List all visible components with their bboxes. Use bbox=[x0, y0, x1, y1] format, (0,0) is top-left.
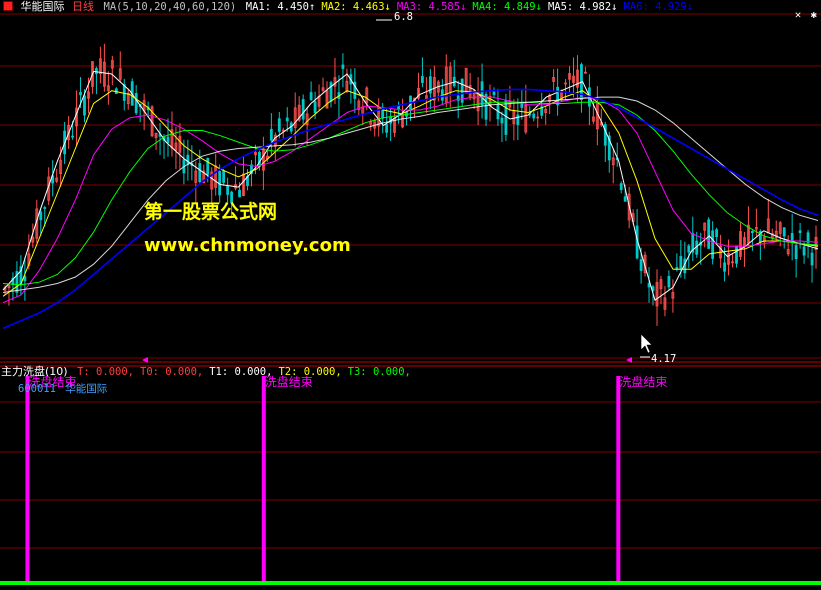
candle-body-121 bbox=[484, 94, 488, 120]
candle-body-69 bbox=[277, 118, 281, 132]
sub-legend-item-1: T0: 0.000, bbox=[140, 366, 204, 378]
candle-body-160 bbox=[639, 259, 643, 271]
sub-legend-item-0: T: 0.000, bbox=[77, 366, 134, 378]
candle-body-181 bbox=[723, 262, 726, 272]
candle-body-75 bbox=[301, 99, 305, 120]
candle-body-71 bbox=[285, 117, 289, 122]
candle-body-201 bbox=[802, 246, 806, 256]
candle-body-78 bbox=[313, 101, 317, 114]
candle-body-49 bbox=[198, 163, 202, 183]
sub-legend-item-3: T2: 0.000, bbox=[278, 366, 342, 378]
candle-body-130 bbox=[520, 103, 524, 108]
ma-line-ma2 bbox=[2, 90, 819, 297]
legend-bar: 华能国际 日线 MA(5,10,20,40,60,120) MA1: 4.450… bbox=[0, 0, 693, 14]
sub-indicator-title[interactable]: 主力洗盘(10) bbox=[1, 365, 68, 378]
candle-body-177 bbox=[707, 219, 711, 249]
zero-line bbox=[0, 581, 821, 585]
ma-line-ma4 bbox=[2, 101, 819, 286]
candle-body-10 bbox=[43, 207, 47, 209]
candle-body-9 bbox=[39, 211, 43, 221]
sub-legend-items: T: 0.000, T0: 0.000, T1: 0.000, T2: 0.000, T… bbox=[71, 365, 411, 378]
ma-legend-item-1: MA1: 4.450↑ bbox=[245, 1, 316, 13]
mouse-cursor-icon bbox=[640, 333, 653, 354]
watermark-title: 第一股票公式网 bbox=[144, 201, 278, 223]
candle-body-169 bbox=[675, 267, 679, 270]
candle-body-20 bbox=[83, 95, 86, 116]
ma-line-ma3 bbox=[2, 96, 819, 304]
sub-legend-bar: 主力洗盘(10) T: 0.000, T0: 0.000, T1: 0.000, T2… bbox=[1, 365, 411, 379]
stock-menu-icon[interactable] bbox=[3, 1, 13, 11]
candle-body-64 bbox=[258, 151, 261, 167]
candle-body-203 bbox=[810, 252, 814, 266]
candle-body-67 bbox=[269, 128, 273, 141]
ma-line-ma5 bbox=[2, 96, 819, 293]
stock-name[interactable]: 华能国际 bbox=[21, 0, 65, 13]
candle-body-46 bbox=[186, 154, 190, 165]
candle-body-184 bbox=[735, 245, 738, 264]
candle-body-125 bbox=[500, 117, 504, 124]
ma-indicator-label: MA(5,10,20,40,60,120) bbox=[103, 1, 237, 13]
candle-body-105 bbox=[421, 76, 424, 83]
sub-legend-item-2: T1: 0.000, bbox=[209, 366, 273, 378]
candle-body-155 bbox=[619, 183, 623, 191]
candle-body-156 bbox=[623, 196, 627, 202]
candle-body-51 bbox=[206, 157, 210, 175]
signal-label-3: 洗盘结束 bbox=[619, 374, 667, 389]
stock-code: 600011 bbox=[18, 383, 56, 395]
candle-body-33 bbox=[134, 93, 138, 114]
candle-body-19 bbox=[79, 92, 82, 96]
candle-body-133 bbox=[532, 113, 536, 119]
sub-legend-item-4: T3: 0.000, bbox=[347, 366, 411, 378]
chart-canvas[interactable]: 洗盘结束 洗盘结束 洗盘结束 bbox=[0, 0, 821, 590]
candle-body-41 bbox=[166, 136, 170, 144]
candle-body-77 bbox=[309, 92, 313, 101]
candle-body-170 bbox=[679, 256, 683, 270]
low-price-label: 4.17 bbox=[651, 353, 677, 365]
candle-body-167 bbox=[667, 275, 671, 288]
candle-body-56 bbox=[226, 185, 230, 195]
ma-legend-item-6: MA6: 4.929↓ bbox=[623, 1, 694, 13]
high-price-label: 6.8 bbox=[394, 11, 413, 23]
candle-body-59 bbox=[238, 189, 241, 198]
candle-body-120 bbox=[480, 81, 484, 106]
candle-body-95 bbox=[381, 109, 385, 119]
candle-body-178 bbox=[711, 230, 715, 259]
candle-body-199 bbox=[794, 245, 798, 260]
candle-body-200 bbox=[798, 230, 802, 233]
candle-body-23 bbox=[95, 68, 98, 75]
signal-bar-3 bbox=[616, 376, 621, 583]
candle-body-85 bbox=[341, 64, 345, 69]
window-controls: ✕ ✱ bbox=[795, 8, 817, 22]
ma-legend-item-4: MA4: 4.849↓ bbox=[472, 1, 542, 13]
watermark-url: www.chnmoney.com bbox=[144, 235, 351, 256]
candle-body-123 bbox=[492, 91, 496, 96]
candle-body-17 bbox=[71, 135, 74, 138]
candle-body-151 bbox=[603, 124, 607, 146]
candle-body-188 bbox=[751, 230, 754, 234]
candle-body-129 bbox=[516, 114, 520, 125]
candle-body-126 bbox=[504, 99, 508, 135]
candle-body-55 bbox=[222, 170, 226, 183]
ma-legend-item-5: MA5: 4.982↓ bbox=[547, 1, 618, 13]
stock-chart-window: 洗盘结束 洗盘结束 洗盘结束 华能国际 日线 MA(5,10,20,40,60,12… bbox=[0, 0, 821, 590]
stock-code-name: 华能国际 bbox=[65, 383, 108, 395]
candle-body-196 bbox=[782, 227, 786, 237]
candle-body-82 bbox=[329, 82, 333, 102]
signal-bar-2 bbox=[261, 376, 266, 583]
signal-bar-1 bbox=[25, 376, 30, 583]
ma-legend-items: MA1: 4.450↑ MA2: 4.463↓ MA3: 4.585↓ MA4: 4.… bbox=[240, 0, 693, 13]
close-icon[interactable]: ✕ bbox=[795, 9, 801, 21]
ma-legend-item-2: MA2: 4.463↓ bbox=[321, 1, 391, 13]
settings-icon[interactable]: ✱ bbox=[811, 9, 817, 21]
candle-body-96 bbox=[385, 124, 389, 133]
period-label[interactable]: 日线 bbox=[72, 0, 94, 13]
stock-code-label: 600011 华能国际 bbox=[18, 382, 107, 396]
candle-body-179 bbox=[715, 229, 719, 238]
candle-body-172 bbox=[687, 245, 691, 253]
